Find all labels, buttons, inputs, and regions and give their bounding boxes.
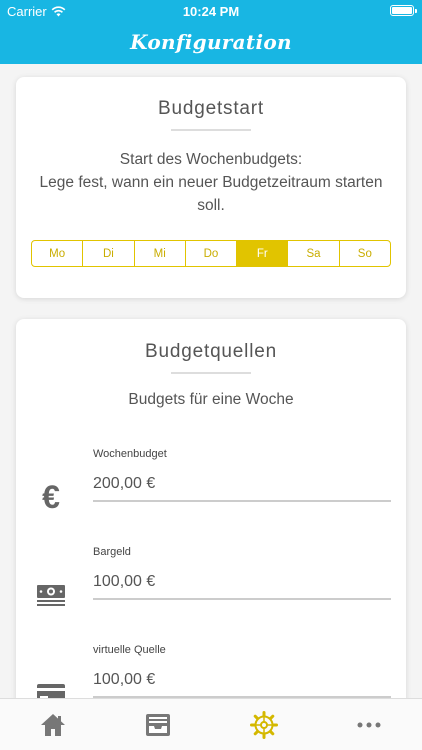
tab-inbox[interactable] <box>106 699 212 750</box>
weekday-fr[interactable]: Fr <box>237 241 289 266</box>
weekday-do[interactable]: Do <box>186 241 238 266</box>
tab-home[interactable] <box>0 699 106 750</box>
more-icon <box>357 722 381 727</box>
budget-start-title: Budgetstart <box>158 98 264 119</box>
weekday-mi[interactable]: Mi <box>135 241 186 266</box>
virtual-source-input[interactable]: 100,00 € <box>93 664 391 698</box>
title-divider <box>171 129 251 131</box>
cash-label: Bargeld <box>93 546 131 558</box>
description-line-2: Lege fest, wann ein neuer Budgetzeitraum… <box>39 174 383 214</box>
tab-bar <box>0 698 422 750</box>
cash-icon <box>36 580 66 610</box>
title-divider <box>171 372 251 374</box>
status-time: 10:24 PM <box>182 4 240 19</box>
euro-icon: € <box>42 479 60 515</box>
budget-sources-title: Budgetquellen <box>145 341 277 362</box>
budget-sources-subtitle: Budgets für eine Woche <box>128 391 294 408</box>
description-line-1: Start des Wochenbudgets: <box>119 151 303 168</box>
weekly-budget-input[interactable]: 200,00 € <box>93 468 391 502</box>
weekday-mo[interactable]: Mo <box>32 241 84 266</box>
budget-sources-card: Budgetquellen Budgets für eine Woche € W… <box>16 319 406 739</box>
battery-icon <box>390 5 417 16</box>
home-icon <box>40 713 65 736</box>
tab-more[interactable] <box>317 699 422 750</box>
tab-settings[interactable] <box>211 699 317 750</box>
cash-field: Bargeld 100,00 € <box>16 546 406 626</box>
weekday-di[interactable]: Di <box>83 241 135 266</box>
budget-start-description: Start des Wochenbudgets: Lege fest, wann… <box>26 148 396 217</box>
weekly-budget-label: Wochenbudget <box>93 448 167 460</box>
page-title: Konfiguration <box>130 30 292 54</box>
weekday-selector: Mo Di Mi Do Fr Sa So <box>31 240 391 267</box>
weekday-so[interactable]: So <box>340 241 390 266</box>
weekly-budget-field: € Wochenbudget 200,00 € <box>16 448 406 528</box>
virtual-source-label: virtuelle Quelle <box>93 644 166 656</box>
budget-start-card: Budgetstart Start des Wochenbudgets: Leg… <box>16 77 406 298</box>
settings-gear-icon <box>249 710 278 739</box>
cash-input[interactable]: 100,00 € <box>93 566 391 600</box>
inbox-icon <box>146 713 171 736</box>
status-bar: Carrier 10:24 PM <box>0 0 422 22</box>
weekday-sa[interactable]: Sa <box>288 241 340 266</box>
nav-header: Carrier 10:24 PM Konfiguration <box>0 0 422 64</box>
